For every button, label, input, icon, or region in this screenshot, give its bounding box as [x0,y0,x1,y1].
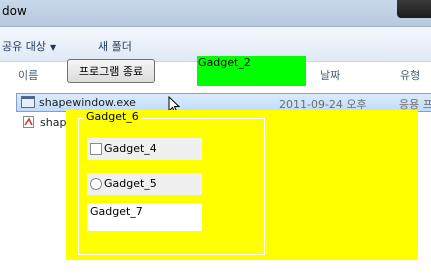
file-name: shapewindow.exe [39,96,136,109]
gadget-5-radio[interactable]: Gadget_5 [87,173,202,195]
exe-file-icon [21,96,35,108]
new-folder-button[interactable]: 새 폴더 [98,38,132,54]
share-with-label: 공유 대상 [2,40,46,53]
end-program-button[interactable]: 프로그램 종료 [67,59,155,83]
window-title-bar: dow [0,0,431,27]
checkbox-icon[interactable] [90,143,102,155]
column-header-name[interactable]: 이름 [18,67,38,83]
column-header-type[interactable]: 유형 [400,67,420,83]
gadget-7-value: Gadget_7 [90,205,143,218]
gadget-2-panel: Gadget_2 [197,56,306,86]
share-with-button[interactable]: 공유 대상 ▼ [2,38,56,54]
column-header-date[interactable]: 날짜 [320,67,340,83]
gadget-6-title: Gadget_6 [84,110,141,123]
window-control-buttons[interactable] [397,0,431,18]
gadget-5-label: Gadget_5 [104,177,157,190]
radio-button-icon[interactable] [90,178,102,190]
gadget-4-label: Gadget_4 [104,142,157,155]
gadget-2-label: Gadget_2 [198,56,251,69]
gadget-4-checkbox[interactable]: Gadget_4 [87,138,202,160]
window-title: dow [2,4,27,18]
chevron-down-icon: ▼ [49,43,57,52]
gadget-7-input[interactable]: Gadget_7 [87,203,202,231]
source-file-icon [23,116,34,128]
